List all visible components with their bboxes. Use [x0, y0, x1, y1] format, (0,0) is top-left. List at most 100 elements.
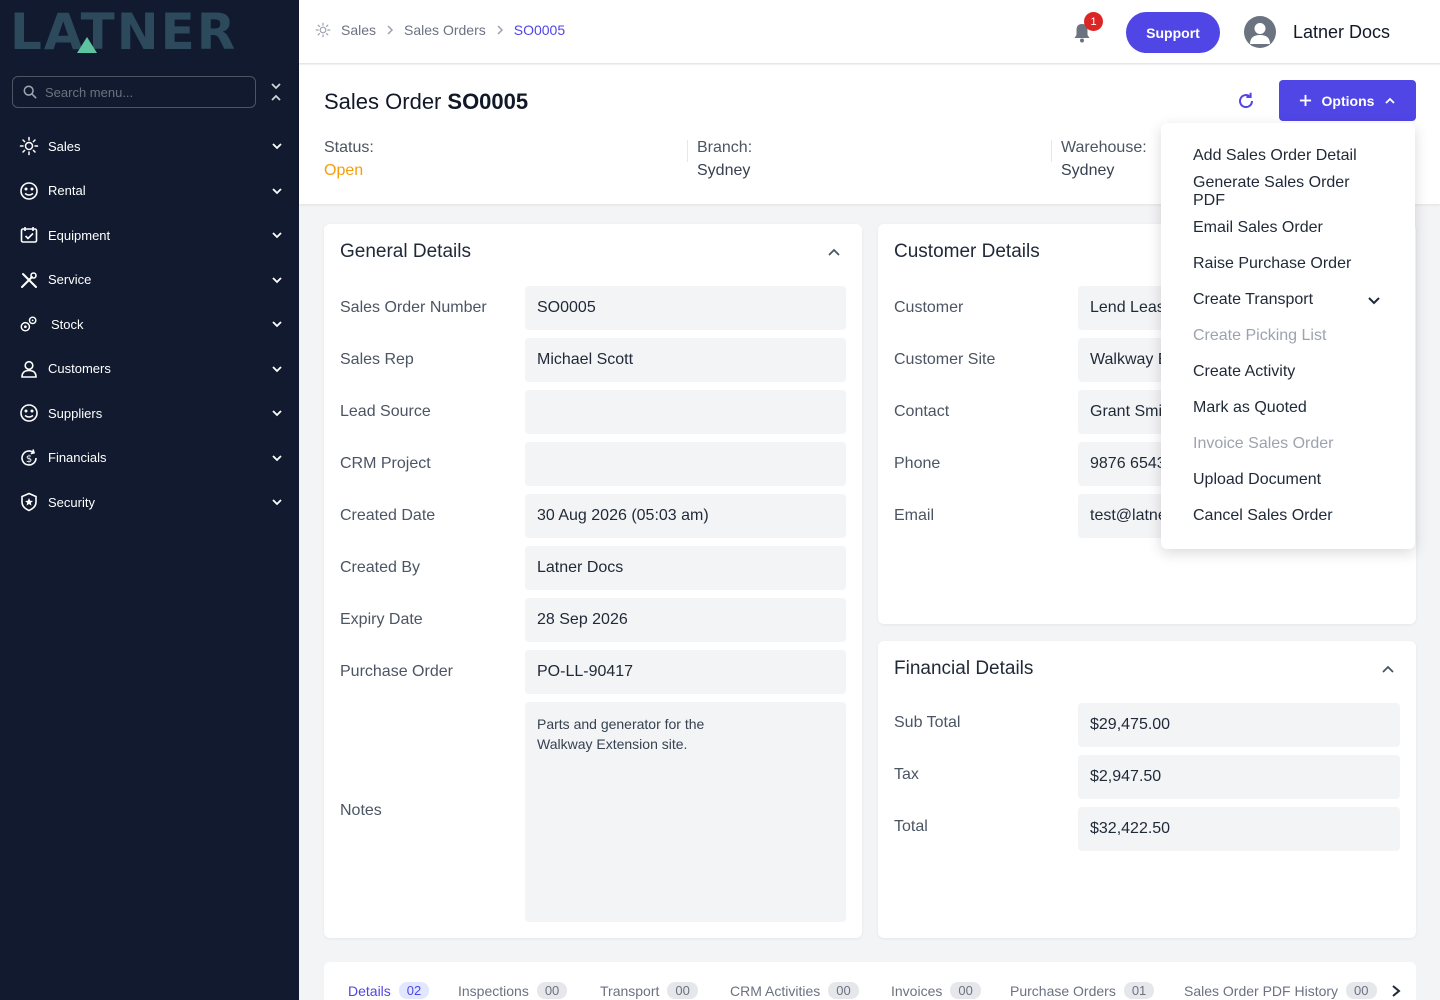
menu-item-mark-as-quoted[interactable]: Mark as Quoted	[1161, 390, 1415, 426]
chevron-right-icon	[387, 25, 394, 35]
field-label: Customer Site	[894, 351, 996, 368]
menu-item-label: Cancel Sales Order	[1193, 507, 1333, 524]
top-bar: Sales Sales Orders SO0005 1 Support Latn…	[299, 0, 1440, 64]
field-value[interactable]: Michael Scott	[525, 338, 846, 382]
field-value[interactable]: $32,422.50	[1078, 807, 1400, 851]
chevron-down-icon	[272, 143, 282, 150]
tab-purchase-orders[interactable]: Purchase Orders 01	[1010, 982, 1155, 999]
logo-triangle-icon	[77, 37, 97, 53]
tab-sales-order-pdf-history[interactable]: Sales Order PDF History 00	[1184, 982, 1377, 999]
field-value[interactable]	[525, 390, 846, 434]
sales-icon	[19, 136, 39, 156]
chevron-down-icon	[272, 188, 282, 195]
service-icon	[19, 270, 39, 290]
sidebar-item-sales[interactable]: Sales	[0, 124, 299, 169]
menu-item-raise-purchase-order[interactable]: Raise Purchase Order	[1161, 246, 1415, 282]
menu-item-create-activity[interactable]: Create Activity	[1161, 354, 1415, 390]
tab-crm-activities[interactable]: CRM Activities 00	[730, 982, 859, 999]
notes-textarea[interactable]: Parts and generator for the Walkway Exte…	[525, 702, 846, 922]
menu-item-create-transport[interactable]: Create Transport	[1161, 282, 1415, 318]
sidebar-item-financials[interactable]: $ Financials	[0, 436, 299, 481]
page-title: Sales Order SO0005	[324, 89, 528, 115]
sidebar-item-security[interactable]: Security	[0, 480, 299, 525]
sidebar-nav: Sales Rental Equipment Service Stock Cus…	[0, 124, 299, 525]
field-lead-source: Lead Source	[340, 390, 846, 434]
support-button[interactable]: Support	[1126, 12, 1220, 53]
tab-transport[interactable]: Transport 00	[600, 982, 698, 999]
divider	[1051, 140, 1052, 162]
field-label: Customer	[894, 299, 964, 316]
field-label: Contact	[894, 403, 950, 420]
sidebar-item-label: Sales	[48, 138, 81, 154]
menu-item-label: Email Sales Order	[1193, 219, 1323, 236]
options-button[interactable]: Options	[1279, 80, 1416, 121]
field-value[interactable]: $29,475.00	[1078, 703, 1400, 747]
financials-icon: $	[19, 448, 39, 468]
tab-label: Purchase Orders	[1010, 982, 1116, 999]
chevron-down-icon	[272, 277, 282, 284]
sidebar-item-stock[interactable]: Stock	[0, 302, 299, 347]
sidebar-item-suppliers[interactable]: Suppliers	[0, 391, 299, 436]
field-value[interactable]	[525, 442, 846, 486]
sidebar-item-rental[interactable]: Rental	[0, 169, 299, 214]
chevron-up-icon[interactable]	[1381, 662, 1395, 676]
field-value[interactable]: PO-LL-90417	[525, 650, 846, 694]
field-value[interactable]: SO0005	[525, 286, 846, 330]
avatar[interactable]	[1244, 16, 1276, 48]
breadcrumb-sales-orders[interactable]: Sales Orders	[404, 22, 486, 38]
detail-tabs: Details 02 Inspections 00 Transport 00 CRM …	[324, 962, 1416, 1000]
sidebar-item-label: Security	[48, 494, 95, 510]
field-label: Sales Rep	[340, 351, 414, 368]
tab-count: 02	[398, 982, 430, 999]
menu-item-create-picking-list: Create Picking List	[1161, 318, 1415, 354]
sidebar-item-label: Customers	[48, 361, 111, 377]
field-label: Notes	[340, 802, 382, 819]
tab-count: 00	[950, 982, 981, 999]
breadcrumb-current: SO0005	[513, 22, 566, 38]
field-sub-total: Sub Total $29,475.00	[894, 703, 1400, 747]
tab-inspections[interactable]: Inspections 00	[458, 982, 568, 999]
field-crm-project: CRM Project	[340, 442, 846, 486]
field-sales-order-number: Sales Order Number SO0005	[340, 286, 846, 330]
menu-item-generate-sales-order-pdf[interactable]: Generate Sales Order PDF	[1161, 174, 1415, 210]
field-label: CRM Project	[340, 455, 431, 472]
chevron-up-icon[interactable]	[827, 245, 841, 259]
warehouse-field: Warehouse: Sydney	[1061, 139, 1147, 180]
sidebar-item-service[interactable]: Service	[0, 258, 299, 303]
tab-details[interactable]: Details 02	[348, 982, 430, 999]
search-icon	[23, 85, 37, 99]
breadcrumb-sales[interactable]: Sales	[341, 22, 376, 38]
tab-label: CRM Activities	[730, 982, 821, 999]
field-value[interactable]: $2,947.50	[1078, 755, 1400, 799]
sidebar-item-customers[interactable]: Customers	[0, 347, 299, 392]
field-value[interactable]: Latner Docs	[525, 546, 846, 590]
card-title: Financial Details	[894, 658, 1034, 679]
stock-icon	[19, 314, 39, 334]
warehouse-value: Sydney	[1061, 162, 1115, 179]
refresh-icon[interactable]	[1236, 91, 1256, 111]
menu-item-upload-document[interactable]: Upload Document	[1161, 462, 1415, 498]
field-value[interactable]: 28 Sep 2026	[525, 598, 846, 642]
menu-item-label: Add Sales Order Detail	[1193, 147, 1357, 164]
tab-count: 00	[828, 982, 859, 999]
menu-item-cancel-sales-order[interactable]: Cancel Sales Order	[1161, 498, 1415, 534]
chevron-right-icon[interactable]	[1390, 984, 1402, 998]
field-label: Sales Order Number	[340, 299, 487, 316]
latner-logo[interactable]: LATNER	[10, 7, 280, 57]
menu-item-add-sales-order-detail[interactable]: Add Sales Order Detail	[1161, 138, 1415, 174]
equipment-icon	[19, 225, 39, 245]
branch-field: Branch: Sydney	[697, 139, 752, 180]
menu-item-email-sales-order[interactable]: Email Sales Order	[1161, 210, 1415, 246]
tab-count: 00	[1346, 982, 1377, 999]
sidebar-item-equipment[interactable]: Equipment	[0, 213, 299, 258]
sidebar-item-label: Equipment	[48, 227, 111, 243]
field-created-date: Created Date 30 Aug 2026 (05:03 am)	[340, 494, 846, 538]
tab-invoices[interactable]: Invoices 00	[891, 982, 981, 999]
collapse-sidebar-icon[interactable]	[270, 82, 282, 102]
sidebar-item-label: Financials	[48, 450, 107, 466]
field-value[interactable]: 30 Aug 2026 (05:03 am)	[525, 494, 846, 538]
status-field: Status: Open	[324, 139, 374, 180]
search-menu-input[interactable]	[45, 84, 235, 100]
sidebar-item-label: Service	[48, 272, 92, 288]
user-name[interactable]: Latner Docs	[1293, 22, 1390, 43]
